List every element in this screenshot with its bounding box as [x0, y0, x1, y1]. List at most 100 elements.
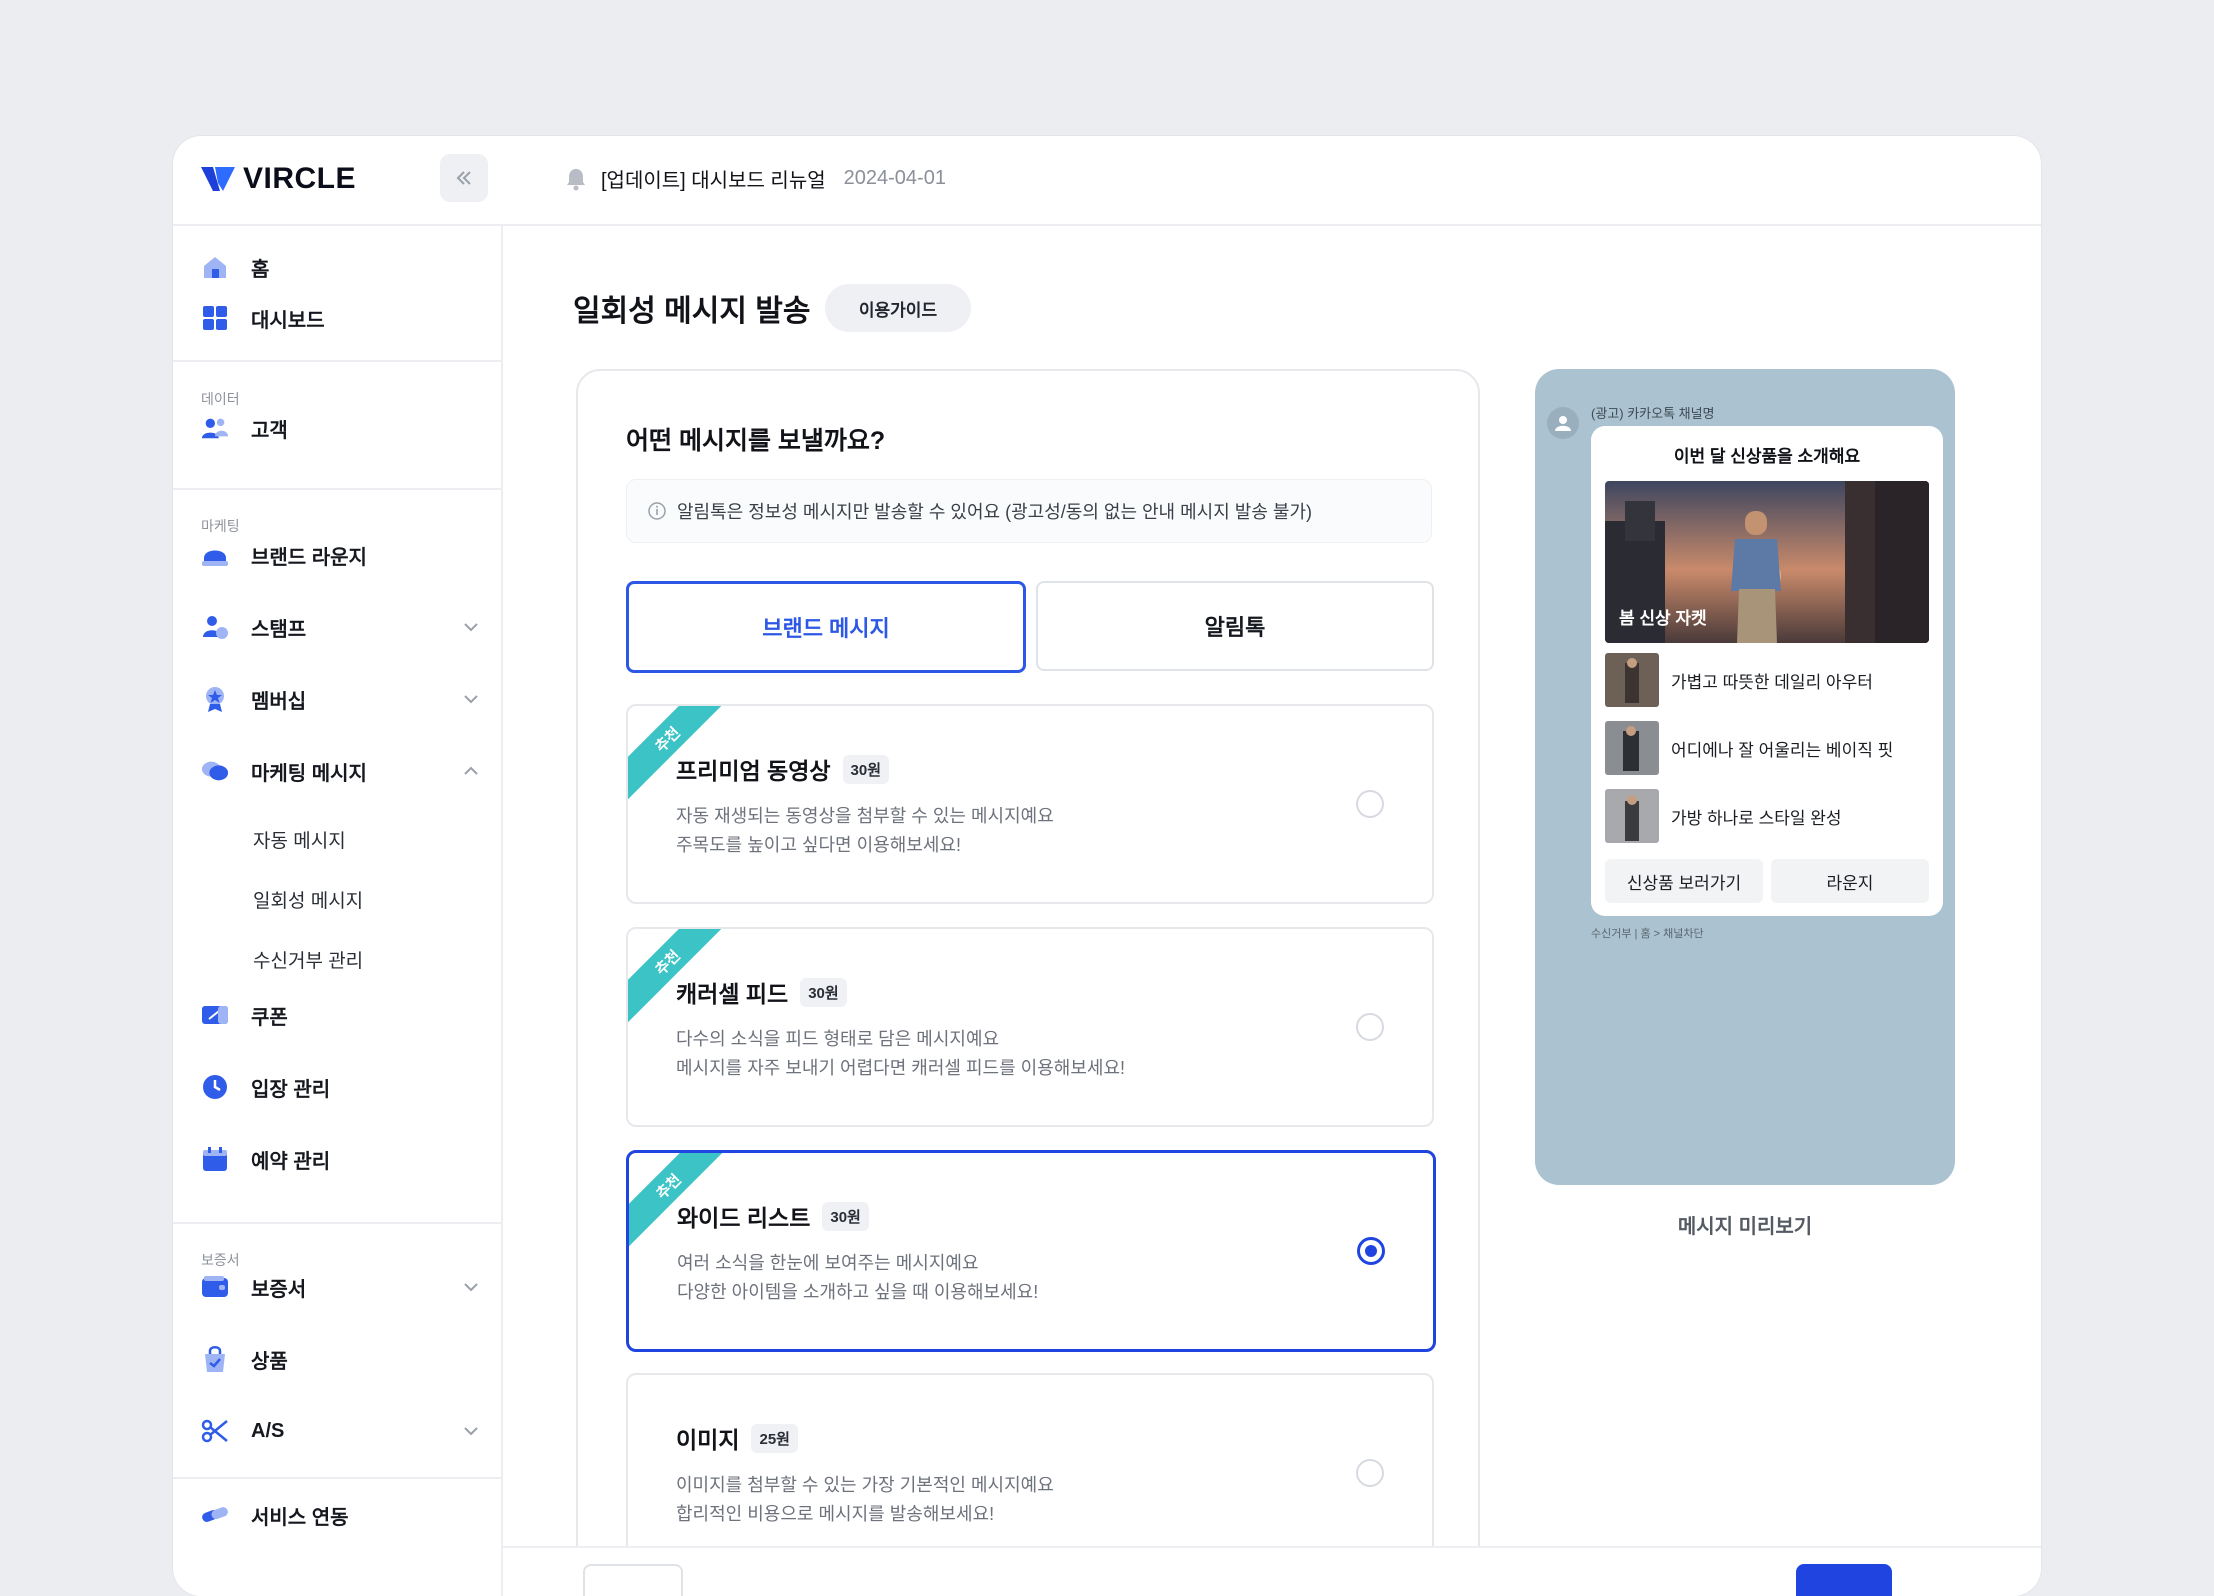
sidebar-item-label: 대시보드 — [251, 309, 325, 332]
sidebar-item-label: 입장 관리 — [251, 1078, 331, 1101]
clock-icon — [201, 1073, 229, 1101]
radio-button-selected[interactable] — [1357, 1237, 1385, 1265]
card-description: 여러 소식을 한눈에 보여주는 메시지예요 다양한 아이템을 소개하고 싶을 때… — [677, 1249, 1038, 1307]
sidebar-item-label: 고객 — [251, 419, 288, 442]
preview-button-lounge[interactable]: 라운지 — [1771, 859, 1929, 903]
message-type-card-image[interactable]: 이미지 25원 이미지를 첨부할 수 있는 가장 기본적인 메시지예요 합리적인… — [626, 1373, 1434, 1573]
card-desc-line: 여러 소식을 한눈에 보여주는 메시지예요 — [677, 1253, 979, 1273]
sidebar-item-entrance[interactable]: 입장 관리 — [201, 1067, 481, 1107]
card-description: 이미지를 첨부할 수 있는 가장 기본적인 메시지예요 합리적인 비용으로 메시… — [676, 1471, 1054, 1529]
link-icon — [201, 1501, 229, 1529]
radio-button[interactable] — [1356, 1013, 1384, 1041]
sidebar-subitem-auto-message[interactable]: 자동 메시지 — [253, 826, 346, 853]
channel-name: (광고) 카카오톡 채널명 — [1591, 406, 1715, 421]
panel-question: 어떤 메시지를 보낼까요? — [626, 427, 886, 455]
tab-alimtalk[interactable]: 알림톡 — [1036, 581, 1434, 671]
sidebar-item-membership[interactable]: 멤버십 — [201, 679, 481, 719]
chevron-down-icon — [464, 695, 478, 704]
card-title: 와이드 리스트 — [677, 1205, 811, 1231]
info-notice: 알림톡은 정보성 메시지만 발송할 수 있어요 (광고성/동의 없는 안내 메시… — [626, 479, 1432, 543]
preview-footer: 수신거부 | 홈 > 채널차단 — [1591, 928, 1704, 940]
home-icon — [201, 253, 229, 281]
card-title-row: 이미지 25원 — [676, 1421, 798, 1455]
radio-button[interactable] — [1356, 1459, 1384, 1487]
chevron-down-icon — [464, 1427, 478, 1436]
sidebar-subitem-onetime-message[interactable]: 일회성 메시지 — [253, 886, 363, 913]
sidebar-item-label: 마케팅 메시지 — [251, 762, 367, 785]
top-bar: VIRCLE [업데이트] 대시보드 리뉴얼 2024-04-01 — [173, 136, 2041, 226]
card-title-row: 캐러셀 피드 30원 — [676, 975, 847, 1009]
collapse-sidebar-button[interactable] — [440, 154, 488, 202]
item-text: 어디에나 잘 어울리는 베이직 핏 — [1671, 740, 1894, 760]
sidebar-item-home[interactable]: 홈 — [201, 247, 481, 287]
notice-date: 2024-04-01 — [843, 167, 946, 189]
message-type-card-carousel-feed[interactable]: 추천 캐러셀 피드 30원 다수의 소식을 피드 형태로 담은 메시지예요 메시… — [626, 927, 1434, 1127]
card-desc-line: 자동 재생되는 동영상을 첨부할 수 있는 메시지예요 — [676, 806, 1054, 826]
sidebar-item-label: 쿠폰 — [251, 1006, 288, 1029]
tab-brand-message[interactable]: 브랜드 메시지 — [626, 581, 1026, 673]
sidebar-subitem-unsubscribe[interactable]: 수신거부 관리 — [253, 946, 363, 973]
preview-headline: 이번 달 신상품을 소개해요 — [1673, 447, 1861, 466]
sidebar-item-service-link[interactable]: 서비스 연동 — [201, 1495, 481, 1535]
card-title: 캐러셀 피드 — [676, 981, 789, 1007]
info-text: 알림톡은 정보성 메시지만 발송할 수 있어요 (광고성/동의 없는 안내 메시… — [677, 502, 1313, 522]
notice-bar[interactable]: [업데이트] 대시보드 리뉴얼 2024-04-01 — [563, 164, 946, 193]
preview-list-item[interactable]: 가방 하나로 스타일 완성 — [1605, 788, 1929, 844]
sidebar-item-label: 상품 — [251, 1350, 288, 1373]
message-type-card-wide-list[interactable]: 추천 와이드 리스트 30원 여러 소식을 한눈에 보여주는 메시지예요 다양한… — [626, 1150, 1436, 1352]
stamp-icon — [201, 613, 229, 641]
vircle-logo-icon — [201, 167, 235, 191]
sidebar-item-brand-lounge[interactable]: 브랜드 라운지 — [201, 535, 481, 575]
coupon-icon — [201, 1001, 229, 1029]
sidebar-item-coupon[interactable]: 쿠폰 — [201, 995, 481, 1035]
back-button[interactable] — [583, 1564, 683, 1596]
chevron-down-icon — [464, 623, 478, 632]
sidebar-item-warranty[interactable]: 보증서 — [201, 1267, 481, 1307]
channel-avatar-icon — [1547, 407, 1579, 439]
brand-logo[interactable]: VIRCLE — [201, 162, 356, 196]
sidebar-divider — [173, 488, 501, 490]
sidebar-item-reservation[interactable]: 예약 관리 — [201, 1139, 481, 1179]
card-desc-line: 다양한 아이템을 소개하고 싶을 때 이용해보세요! — [677, 1282, 1039, 1302]
preview-label: 메시지 미리보기 — [1677, 1216, 1813, 1238]
page-title: 일회성 메시지 발송 — [573, 295, 811, 328]
sidebar-item-label: 예약 관리 — [251, 1150, 331, 1173]
sidebar-item-marketing-message[interactable]: 마케팅 메시지 — [201, 751, 481, 791]
next-button[interactable] — [1796, 1564, 1892, 1596]
card-description: 자동 재생되는 동영상을 첨부할 수 있는 메시지예요 주목도를 높이고 싶다면… — [676, 802, 1054, 860]
bag-icon — [201, 1345, 229, 1373]
preview-button-new-products[interactable]: 신상품 보러가기 — [1605, 859, 1763, 903]
brand-name: VIRCLE — [243, 162, 357, 195]
calendar-icon — [201, 1145, 229, 1173]
sidebar-divider — [173, 1477, 501, 1479]
sidebar-divider — [173, 1222, 501, 1224]
preview-list-item[interactable]: 가볍고 따뜻한 데일리 아우터 — [1605, 652, 1929, 708]
dashboard-icon — [201, 304, 229, 332]
sidebar-item-product[interactable]: 상품 — [201, 1339, 481, 1379]
sidebar-item-label: 보증서 — [251, 1278, 307, 1301]
sidebar-item-stamp[interactable]: 스탬프 — [201, 607, 481, 647]
item-thumbnail — [1605, 789, 1659, 843]
usage-guide-button[interactable]: 이용가이드 — [825, 284, 971, 332]
chevron-down-icon — [464, 1283, 478, 1292]
preview-list-item[interactable]: 어디에나 잘 어울리는 베이직 핏 — [1605, 720, 1929, 776]
scissors-icon — [201, 1417, 229, 1445]
double-chevron-left-icon — [456, 171, 471, 185]
message-type-card-premium-video[interactable]: 추천 프리미엄 동영상 30원 자동 재생되는 동영상을 첨부할 수 있는 메시… — [626, 704, 1434, 904]
card-title: 프리미엄 동영상 — [676, 758, 831, 784]
sidebar-item-dashboard[interactable]: 대시보드 — [201, 298, 481, 338]
sidebar-item-as[interactable]: A/S — [201, 1411, 481, 1451]
sidebar-item-label: 홈 — [251, 258, 270, 281]
card-desc-line: 주목도를 높이고 싶다면 이용해보세요! — [676, 835, 961, 855]
sidebar-item-label: 서비스 연동 — [251, 1506, 349, 1529]
bottom-action-bar — [503, 1546, 2041, 1596]
radio-button[interactable] — [1356, 790, 1384, 818]
item-text: 가볍고 따뜻한 데일리 아우터 — [1671, 672, 1873, 692]
card-desc-line: 다수의 소식을 피드 형태로 담은 메시지예요 — [676, 1029, 1000, 1049]
sidebar-item-customers[interactable]: 고객 — [201, 408, 481, 448]
bell-icon — [567, 168, 585, 190]
membership-icon — [201, 685, 229, 713]
card-title: 이미지 — [676, 1427, 740, 1453]
card-desc-line: 메시지를 자주 보내기 어렵다면 캐러셀 피드를 이용해보세요! — [676, 1058, 1126, 1078]
item-thumbnail — [1605, 653, 1659, 707]
